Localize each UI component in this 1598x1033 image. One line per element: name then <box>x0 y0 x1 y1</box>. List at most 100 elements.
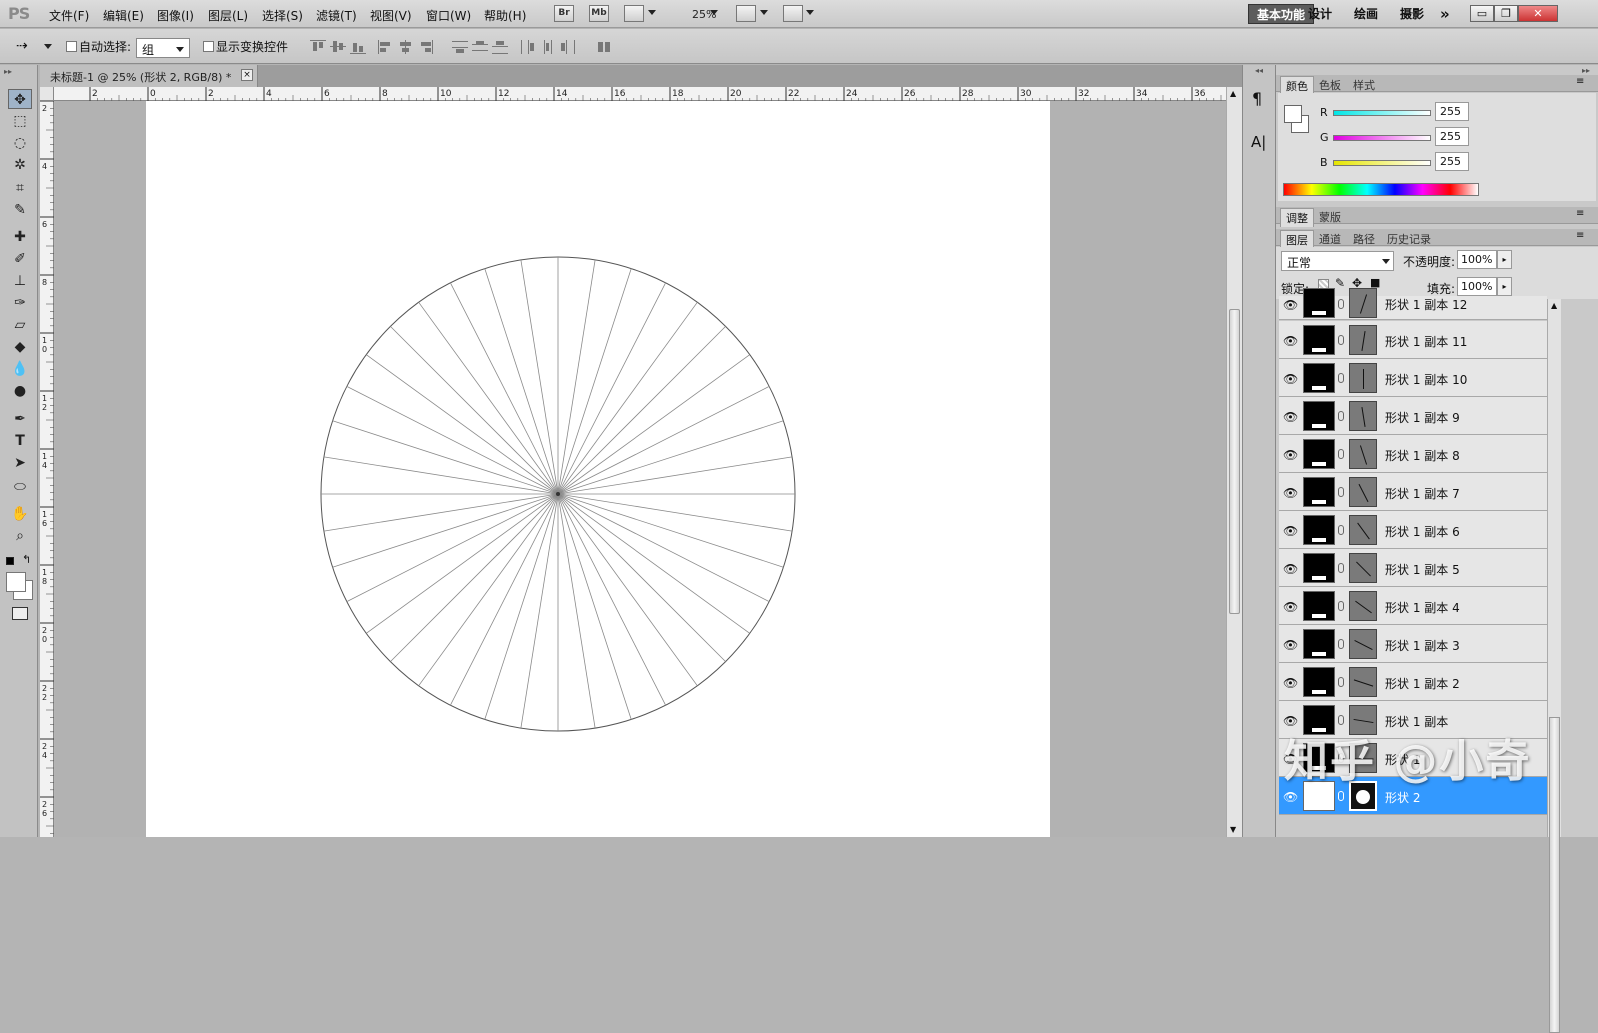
b-value[interactable]: 255 <box>1435 152 1469 171</box>
link-icon[interactable] <box>1338 677 1344 687</box>
scroll-up-icon[interactable]: ▲ <box>1230 89 1236 98</box>
type-tool-icon[interactable]: T <box>8 431 32 451</box>
link-icon[interactable] <box>1338 601 1344 611</box>
foreground-color-swatch[interactable] <box>1284 105 1302 123</box>
eye-icon[interactable]: 👁 <box>1283 562 1298 576</box>
quick-mask-icon[interactable] <box>12 607 28 620</box>
menu-help[interactable]: 帮助(H) <box>484 7 526 24</box>
menu-file[interactable]: 文件(F) <box>49 7 89 24</box>
chevron-down-icon[interactable] <box>1382 259 1390 264</box>
color-spectrum-bar[interactable] <box>1283 183 1479 196</box>
foreground-color-swatch[interactable] <box>6 572 26 592</box>
layer-name[interactable]: 形状 1 副本 4 <box>1385 599 1460 616</box>
close-icon[interactable]: × <box>241 69 253 81</box>
link-icon[interactable] <box>1338 299 1344 309</box>
eye-icon[interactable]: 👁 <box>1283 524 1298 538</box>
layer-row[interactable]: 👁 形状 1 副本 9 <box>1279 397 1547 435</box>
fill-slider-button[interactable]: ▸ <box>1497 277 1512 296</box>
chevron-down-icon[interactable] <box>176 47 184 52</box>
bridge-button[interactable]: Br <box>554 5 574 22</box>
align-top-icon[interactable] <box>310 40 326 54</box>
link-icon[interactable] <box>1338 563 1344 573</box>
link-icon[interactable] <box>1338 791 1344 801</box>
ellipse-tool-icon[interactable]: ⬭ <box>8 477 32 497</box>
menu-view[interactable]: 视图(V) <box>370 7 412 24</box>
panel-menu-icon[interactable]: ≡ <box>1576 208 1584 219</box>
layer-row[interactable]: 👁 形状 1 副本 4 <box>1279 587 1547 625</box>
document-canvas[interactable] <box>146 101 1050 837</box>
eye-icon[interactable]: 👁 <box>1283 448 1298 462</box>
more-workspaces-button[interactable]: » <box>1432 4 1458 24</box>
default-colors-icon[interactable] <box>6 557 14 565</box>
magic-wand-tool-icon[interactable]: ✲ <box>8 155 32 175</box>
crop-tool-icon[interactable]: ⌗ <box>8 178 32 198</box>
eye-icon[interactable]: 👁 <box>1283 600 1298 614</box>
lock-pixels-icon[interactable]: ✎ <box>1335 276 1345 290</box>
layer-row[interactable]: 👁 形状 1 副本 2 <box>1279 663 1547 701</box>
arrange-documents-button[interactable] <box>736 5 756 22</box>
tab-paths[interactable]: 路径 <box>1348 230 1380 248</box>
panel-menu-icon[interactable]: ≡ <box>1576 230 1584 241</box>
scrollbar-thumb[interactable] <box>1229 309 1240 614</box>
distribute-right-icon[interactable] <box>560 40 576 54</box>
move-tool-icon[interactable]: ✥ <box>8 89 32 109</box>
link-icon[interactable] <box>1338 411 1344 421</box>
menu-layer[interactable]: 图层(L) <box>208 7 248 24</box>
layer-name[interactable]: 形状 1 副本 8 <box>1385 447 1460 464</box>
layer-row[interactable]: 👁 形状 1 副本 12 <box>1279 288 1547 320</box>
chevron-down-icon[interactable] <box>648 10 656 15</box>
collapse-icon[interactable]: ▸▸ <box>4 67 12 76</box>
menu-filter[interactable]: 滤镜(T) <box>316 7 357 24</box>
link-icon[interactable] <box>1338 639 1344 649</box>
layer-row[interactable]: 👁 形状 1 副本 6 <box>1279 511 1547 549</box>
opacity-slider-button[interactable]: ▸ <box>1497 250 1512 269</box>
layer-name[interactable]: 形状 1 副本 5 <box>1385 561 1460 578</box>
distribute-bottom-icon[interactable] <box>492 40 508 54</box>
show-transform-checkbox[interactable] <box>203 41 214 52</box>
lasso-tool-icon[interactable]: ◌ <box>8 133 32 153</box>
document-tab[interactable]: 未标题-1 @ 25% (形状 2, RGB/8) * <box>40 65 258 87</box>
layer-row[interactable]: 👁 形状 1 副本 11 <box>1279 321 1547 359</box>
view-extras-button[interactable] <box>624 5 644 22</box>
align-left-icon[interactable] <box>378 40 394 54</box>
healing-brush-tool-icon[interactable]: ✚ <box>8 227 32 247</box>
fill-input[interactable]: 100% <box>1457 277 1497 296</box>
layer-row[interactable]: 👁 形状 1 副本 7 <box>1279 473 1547 511</box>
link-icon[interactable] <box>1338 373 1344 383</box>
tab-channels[interactable]: 通道 <box>1314 230 1346 248</box>
distribute-top-icon[interactable] <box>452 40 468 54</box>
clone-stamp-tool-icon[interactable]: ⊥ <box>8 271 32 291</box>
workspace-painting[interactable]: 绘画 <box>1346 4 1386 24</box>
link-icon[interactable] <box>1338 487 1344 497</box>
eye-icon[interactable]: 👁 <box>1283 638 1298 652</box>
g-slider[interactable] <box>1333 135 1431 141</box>
panel-menu-icon[interactable]: ≡ <box>1576 76 1584 87</box>
eye-icon[interactable]: 👁 <box>1283 676 1298 690</box>
marquee-tool-icon[interactable]: ⬚ <box>8 111 32 131</box>
tab-history[interactable]: 历史记录 <box>1382 230 1436 248</box>
blur-tool-icon[interactable]: 💧 <box>8 359 32 379</box>
mini-bridge-button[interactable]: Mb <box>589 5 609 22</box>
blend-mode-dropdown[interactable]: 正常 <box>1281 251 1394 271</box>
g-value[interactable]: 255 <box>1435 127 1469 146</box>
chevron-down-icon[interactable] <box>806 10 814 15</box>
tab-adjustments[interactable]: 调整 <box>1280 208 1314 227</box>
b-slider[interactable] <box>1333 160 1431 166</box>
hand-tool-icon[interactable]: ✋ <box>8 504 32 524</box>
auto-select-checkbox[interactable] <box>66 41 77 52</box>
auto-align-layers-icon[interactable] <box>596 40 612 54</box>
link-icon[interactable] <box>1338 715 1344 725</box>
move-tool-icon[interactable]: ⇢ <box>16 38 28 54</box>
brush-tool-icon[interactable]: ✐ <box>8 249 32 269</box>
layer-name[interactable]: 形状 1 副本 7 <box>1385 485 1460 502</box>
align-right-icon[interactable] <box>418 40 434 54</box>
align-vcenter-icon[interactable] <box>330 40 346 54</box>
menu-select[interactable]: 选择(S) <box>262 7 303 24</box>
eyedropper-tool-icon[interactable]: ✎ <box>8 200 32 220</box>
scrollbar-thumb[interactable] <box>1549 717 1560 1033</box>
close-button[interactable]: ✕ <box>1518 5 1558 22</box>
swap-colors-icon[interactable]: ↰ <box>22 553 31 566</box>
layer-name[interactable]: 形状 1 副本 11 <box>1385 333 1467 350</box>
distribute-hcenter-icon[interactable] <box>540 40 556 54</box>
eye-icon[interactable]: 👁 <box>1283 486 1298 500</box>
